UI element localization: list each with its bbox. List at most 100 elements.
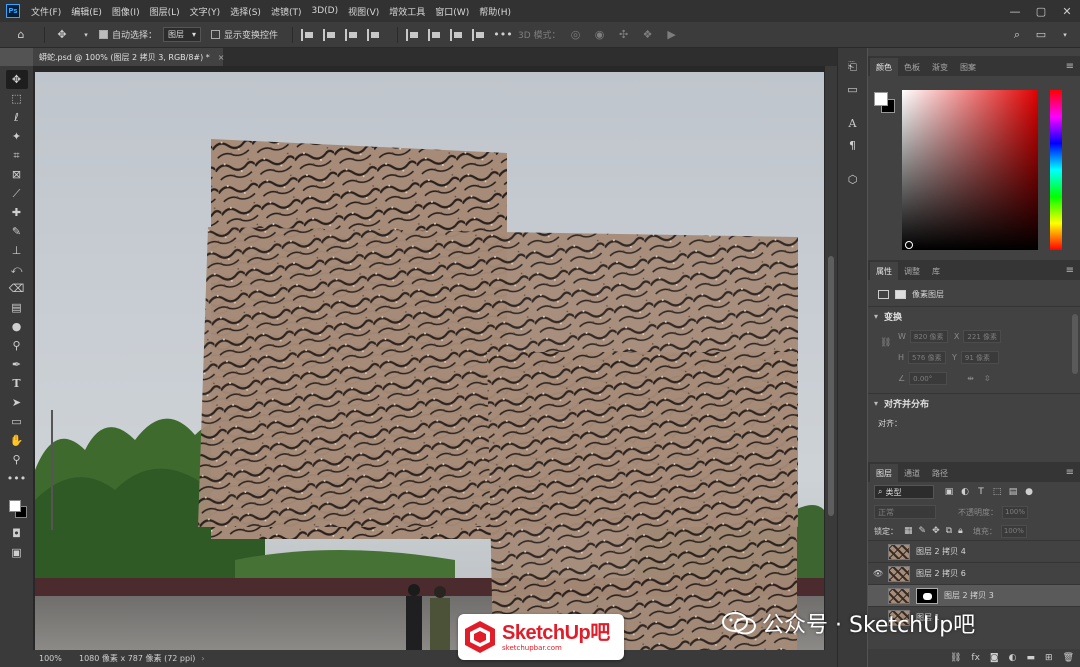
path-selection-tool-icon[interactable]: ➤ <box>6 393 28 412</box>
blend-mode-dropdown[interactable]: 正常 <box>874 505 936 519</box>
crop-tool-icon[interactable]: ⌗ <box>6 146 28 165</box>
layer-name[interactable]: 图层 2 拷贝 3 <box>944 590 994 601</box>
pen-tool-icon[interactable]: ✒ <box>6 355 28 374</box>
panel-menu-icon[interactable]: ≡ <box>1066 467 1074 478</box>
lock-transparent-icon[interactable]: ▦ <box>904 526 913 536</box>
tab-color[interactable]: 颜色 <box>870 58 898 76</box>
3d-slide-icon[interactable]: ❖ <box>639 26 657 44</box>
minimize-button[interactable]: — <box>1002 0 1028 22</box>
x-field[interactable]: 221 像素 <box>963 330 1002 343</box>
move-tool-icon[interactable]: ✥ <box>5 70 28 89</box>
properties-scrollbar[interactable] <box>1072 314 1078 374</box>
layer-row[interactable]: 图层 2 拷贝 4 <box>868 540 1080 562</box>
tab-adjustments[interactable]: 调整 <box>898 262 926 280</box>
align-middle-icon[interactable] <box>428 28 442 41</box>
menu-help[interactable]: 帮助(H) <box>474 5 516 18</box>
lasso-tool-icon[interactable]: ℓ <box>6 108 28 127</box>
color-picker-field[interactable] <box>902 90 1038 250</box>
history-icon[interactable]: ⎗ <box>844 58 862 76</box>
align-right-icon[interactable] <box>345 28 359 41</box>
tab-properties[interactable]: 属性 <box>870 262 898 280</box>
canvas-area[interactable] <box>33 66 825 650</box>
menu-select[interactable]: 选择(S) <box>225 5 266 18</box>
3d-icon[interactable]: ⬡ <box>844 170 862 188</box>
tab-paths[interactable]: 路径 <box>926 464 954 482</box>
tab-patterns[interactable]: 图案 <box>954 58 982 76</box>
3d-pan-icon[interactable]: ✣ <box>615 26 633 44</box>
brush-tool-icon[interactable]: ✎ <box>6 222 28 241</box>
history-brush-tool-icon[interactable]: ⤺ <box>6 260 28 279</box>
3d-rotate-icon[interactable]: ◎ <box>567 26 585 44</box>
restore-button[interactable]: ▢ <box>1028 0 1054 22</box>
zoom-level[interactable]: 100% <box>39 654 79 663</box>
stamp-tool-icon[interactable]: ⊥ <box>6 241 28 260</box>
zoom-tool-icon[interactable]: ⚲ <box>6 450 28 469</box>
layer-row[interactable]: 👁︎ 图层 2 拷贝 6 <box>868 562 1080 584</box>
tab-swatches[interactable]: 色板 <box>898 58 926 76</box>
fx-icon[interactable]: fx <box>971 653 980 663</box>
filter-toggle-icon[interactable]: ● <box>1024 487 1034 497</box>
panel-menu-icon[interactable]: ≡ <box>1066 61 1074 72</box>
menu-3d[interactable]: 3D(D) <box>306 6 343 16</box>
angle-field[interactable]: 0.00° <box>909 372 948 385</box>
width-field[interactable]: 820 像素 <box>909 330 948 343</box>
lock-all-icon[interactable]: 🔒︎ <box>958 526 963 536</box>
chevron-down-icon[interactable]: ▾ <box>1056 26 1074 44</box>
tab-libraries[interactable]: 库 <box>926 262 946 280</box>
blur-tool-icon[interactable]: ● <box>6 317 28 336</box>
new-layer-icon[interactable]: ⊞ <box>1045 653 1053 663</box>
search-icon[interactable]: ⌕ <box>1008 26 1026 44</box>
chevron-right-icon[interactable]: › <box>201 654 204 663</box>
chevron-down-icon[interactable]: ▾ <box>77 26 95 44</box>
gradient-tool-icon[interactable]: ▤ <box>6 298 28 317</box>
tab-gradients[interactable]: 渐变 <box>926 58 954 76</box>
transform-section[interactable]: ▾ 变换 <box>868 306 1080 326</box>
tab-layers[interactable]: 图层 <box>870 464 898 482</box>
align-bottom-icon[interactable] <box>450 28 464 41</box>
3d-roll-icon[interactable]: ◉ <box>591 26 609 44</box>
fill-field[interactable]: 100% <box>1000 524 1027 538</box>
auto-select-checkbox[interactable] <box>99 30 108 39</box>
mask-icon[interactable] <box>895 289 906 299</box>
tab-channels[interactable]: 通道 <box>898 464 926 482</box>
type-tool-icon[interactable]: T <box>6 374 28 393</box>
layer-filter-dropdown[interactable]: ⌕ 类型 <box>874 485 934 499</box>
visibility-eye-icon[interactable]: 👁︎ <box>868 569 888 578</box>
flip-vertical-icon[interactable]: ⇳ <box>984 374 991 383</box>
frame-tool-icon[interactable]: ⊠ <box>6 165 28 184</box>
menu-window[interactable]: 窗口(W) <box>430 5 474 18</box>
vertical-scrollbar[interactable] <box>825 66 837 650</box>
link-layers-icon[interactable]: ⛓ <box>950 653 961 663</box>
foreground-color[interactable] <box>8 500 21 512</box>
picker-cursor[interactable] <box>905 241 913 249</box>
y-field[interactable]: 91 像素 <box>960 351 999 364</box>
healing-brush-tool-icon[interactable]: ✚ <box>6 203 28 222</box>
distribute-icon[interactable] <box>367 28 381 41</box>
menu-plugins[interactable]: 增效工具 <box>384 5 430 18</box>
hand-tool-icon[interactable]: ✋ <box>6 431 28 450</box>
scrollbar-thumb[interactable] <box>828 256 834 516</box>
link-icon[interactable]: ⛓ <box>880 338 891 348</box>
show-transform-checkbox[interactable] <box>211 30 221 39</box>
tab-close-icon[interactable]: × <box>218 53 225 62</box>
filter-type-icon[interactable]: T <box>976 487 986 497</box>
eyedropper-tool-icon[interactable]: ⟋ <box>6 184 28 203</box>
menu-filter[interactable]: 滤镜(T) <box>266 5 307 18</box>
magic-wand-tool-icon[interactable]: ✦ <box>6 127 28 146</box>
auto-select-dropdown[interactable]: 图层 ▾ <box>163 27 202 42</box>
screen-mode-icon[interactable]: ▣ <box>6 543 28 562</box>
move-tool-icon[interactable]: ✥ <box>53 26 71 44</box>
filter-adjustment-icon[interactable]: ◐ <box>960 487 970 497</box>
filter-shape-icon[interactable]: ⬚ <box>992 487 1002 497</box>
close-button[interactable]: ✕ <box>1054 0 1080 22</box>
paragraph-icon[interactable]: ¶ <box>844 136 862 154</box>
more-tools-icon[interactable]: ••• <box>6 469 28 488</box>
more-options-icon[interactable]: ••• <box>493 26 512 44</box>
menu-edit[interactable]: 编辑(E) <box>66 5 107 18</box>
menu-file[interactable]: 文件(F) <box>26 5 66 18</box>
lock-position-icon[interactable]: ✥ <box>932 526 940 536</box>
add-mask-icon[interactable]: ◙ <box>990 653 999 663</box>
dodge-tool-icon[interactable]: ⚲ <box>6 336 28 355</box>
hue-slider[interactable] <box>1050 90 1062 250</box>
height-field[interactable]: 576 像素 <box>908 351 947 364</box>
